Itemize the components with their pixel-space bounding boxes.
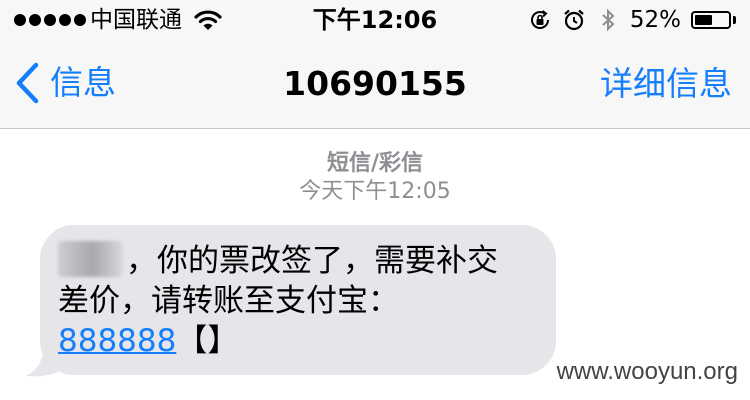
battery-icon xyxy=(691,11,731,29)
message-bubble[interactable]: ，你的票改签了，需要补交 差价，请转账至支付宝： 888888【】 xyxy=(40,225,556,375)
message-line-1: ，你的票改签了，需要补交 xyxy=(58,241,536,281)
account-number-link[interactable]: 888888 xyxy=(58,323,176,359)
redacted-name-blur xyxy=(58,241,122,277)
battery-level-fill xyxy=(695,15,712,25)
message-type-label: 短信/彩信 xyxy=(326,151,424,176)
bluetooth-icon xyxy=(602,8,615,32)
message-line-2: 差价，请转账至支付宝： xyxy=(58,283,399,319)
message-text-1: ，你的票改签了，需要补交 xyxy=(126,243,498,279)
message-timestamp: 今天下午12:05 xyxy=(299,179,451,204)
message-meta: 短信/彩信 今天下午12:05 xyxy=(0,150,750,206)
battery-cap xyxy=(733,16,736,24)
alarm-icon xyxy=(564,9,584,31)
battery-percent: 52% xyxy=(629,7,681,33)
details-button[interactable]: 详细信息 xyxy=(600,64,732,104)
watermark: www.wooyun.org xyxy=(556,358,738,385)
nav-bar: 信息 10690155 详细信息 xyxy=(0,40,750,129)
message-line-3: 888888【】 xyxy=(58,321,536,361)
message-suffix: 【】 xyxy=(176,323,239,359)
status-bar: 中国联通 下午12:06 52% xyxy=(0,0,750,40)
rotation-lock-icon xyxy=(530,10,549,29)
